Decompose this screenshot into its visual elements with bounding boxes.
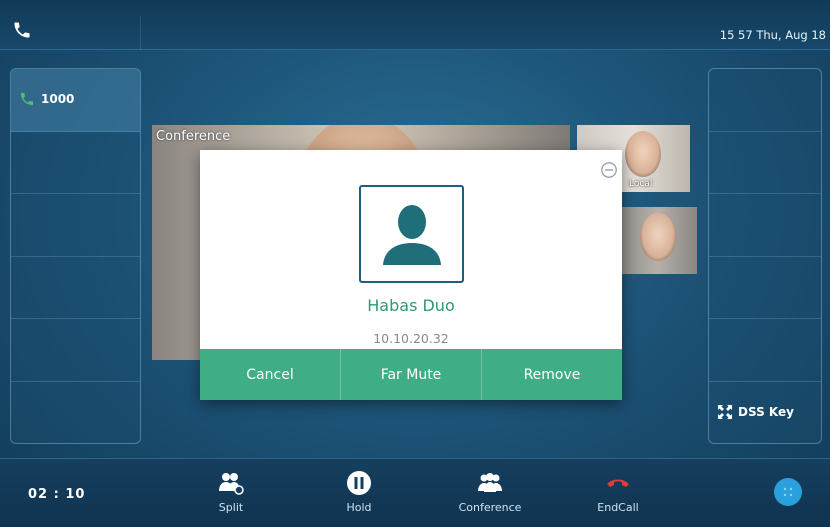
phone-screen: 15 57 Thu, Aug 18 1000 Conference Local xyxy=(0,0,830,527)
dss-key-empty[interactable] xyxy=(709,132,821,195)
more-button[interactable] xyxy=(774,478,802,506)
hold-label: Hold xyxy=(346,501,372,514)
participant-face xyxy=(640,213,676,261)
line-key-empty[interactable] xyxy=(11,257,140,320)
dss-key-panel: DSS Key xyxy=(708,68,822,444)
conference-icon xyxy=(478,473,502,492)
split-icon xyxy=(219,473,244,495)
contact-ip: 10.10.20.32 xyxy=(373,331,449,346)
end-call-label: EndCall xyxy=(597,501,639,514)
dialog-action-bar: Cancel Far Mute Remove xyxy=(200,349,622,400)
dss-key-empty[interactable] xyxy=(709,257,821,320)
hold-button[interactable]: Hold xyxy=(304,463,414,525)
contact-avatar xyxy=(359,185,464,283)
participant-dialog: Habas Duo 10.10.20.32 Cancel Far Mute Re… xyxy=(200,150,622,400)
dss-key-empty[interactable] xyxy=(709,69,821,132)
split-button[interactable]: Split xyxy=(176,463,286,525)
conference-label: Conference xyxy=(458,501,522,514)
split-label: Split xyxy=(218,501,244,514)
far-mute-button[interactable]: Far Mute xyxy=(341,349,482,400)
line-key-empty[interactable] xyxy=(11,194,140,257)
line-key-panel: 1000 xyxy=(10,68,141,444)
conference-label: Conference xyxy=(156,129,231,144)
line-key-label: 1000 xyxy=(41,92,75,106)
expand-icon xyxy=(718,404,732,419)
person-icon xyxy=(382,205,441,265)
line-key-empty[interactable] xyxy=(11,319,140,382)
thumbnail-label: Local xyxy=(629,179,653,189)
call-timer: 02 : 10 xyxy=(28,487,86,502)
status-divider xyxy=(140,16,141,50)
dss-key-label: DSS Key xyxy=(738,404,794,419)
line-key-1000[interactable]: 1000 xyxy=(11,69,140,132)
status-clock: 15 57 Thu, Aug 18 xyxy=(719,28,826,42)
participant-face xyxy=(625,131,661,177)
phone-icon xyxy=(21,93,33,105)
remove-button[interactable]: Remove xyxy=(482,349,622,400)
cancel-button[interactable]: Cancel xyxy=(200,349,341,400)
softkey-bar: 02 : 10 Split Hold Conference EndCall xyxy=(0,458,830,527)
conference-button[interactable]: Conference xyxy=(435,463,545,525)
end-call-button[interactable]: EndCall xyxy=(563,463,673,525)
phone-icon xyxy=(14,22,30,38)
line-key-empty[interactable] xyxy=(11,382,140,445)
dss-key-empty[interactable] xyxy=(709,194,821,257)
participant-video-thumbnail[interactable] xyxy=(618,207,697,274)
line-key-empty[interactable] xyxy=(11,132,140,195)
dss-key-toggle[interactable]: DSS Key xyxy=(709,382,821,445)
hold-icon xyxy=(347,471,371,495)
minus-circle-icon[interactable] xyxy=(600,161,618,179)
contact-name: Habas Duo xyxy=(367,296,455,315)
dss-key-empty[interactable] xyxy=(709,319,821,382)
status-bar: 15 57 Thu, Aug 18 xyxy=(0,0,830,50)
end-call-icon xyxy=(607,479,629,487)
more-icon xyxy=(783,487,793,497)
